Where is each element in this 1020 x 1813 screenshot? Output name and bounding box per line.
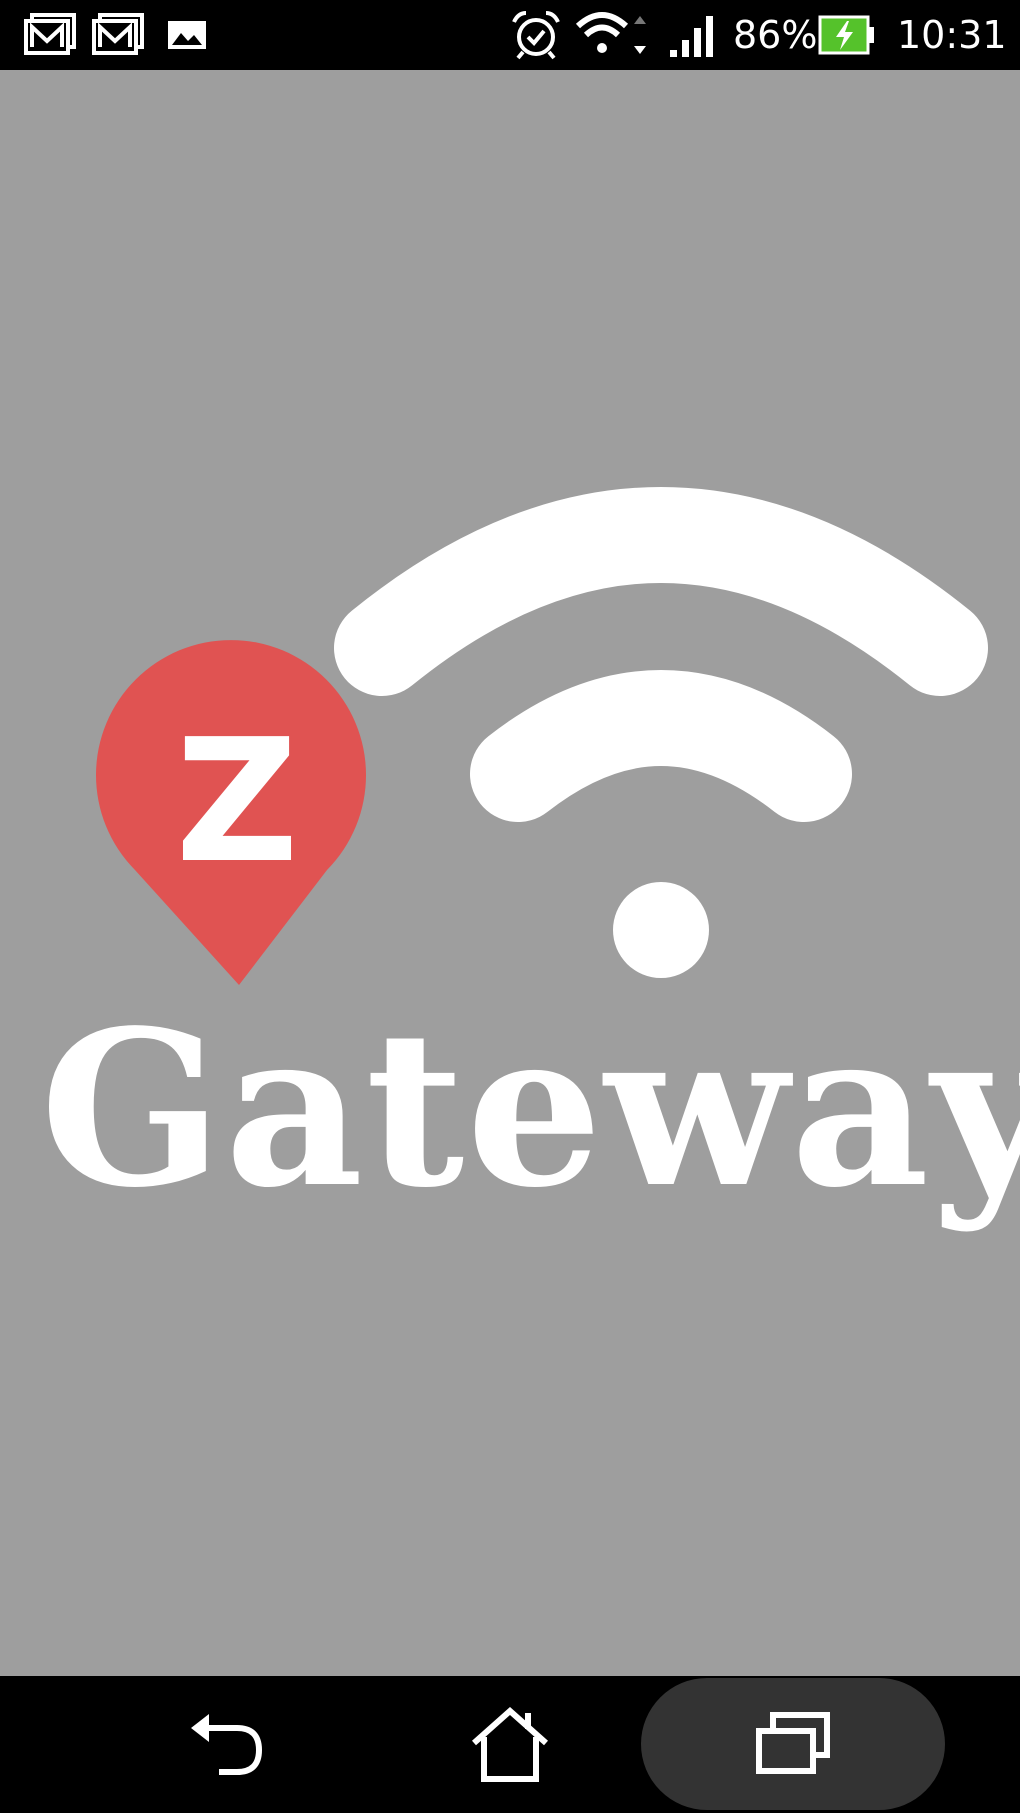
alarm-icon	[510, 0, 562, 70]
home-icon	[472, 1706, 548, 1782]
battery-charging-icon	[818, 0, 876, 70]
wifi-dot	[613, 882, 709, 978]
splash-screen: Z Gateway	[0, 70, 1020, 1676]
wifi-icon	[576, 0, 654, 70]
wifi-arc-inner	[470, 670, 852, 822]
pin-letter: Z	[175, 703, 298, 901]
status-bar: 86% 10:31	[0, 0, 1020, 70]
back-button[interactable]	[160, 1676, 290, 1813]
image-icon	[166, 0, 208, 70]
clock: 10:31	[897, 13, 1007, 57]
battery-percent: 86%	[733, 13, 818, 57]
back-icon	[191, 1713, 263, 1775]
gmail-icon	[24, 0, 76, 70]
brand-name: Gateway	[40, 984, 1020, 1235]
home-button[interactable]	[445, 1676, 575, 1813]
signal-icon	[668, 0, 718, 70]
navigation-bar	[0, 1676, 1020, 1813]
gmail-icon	[92, 0, 144, 70]
gateway-logo: Z	[0, 70, 1020, 1676]
recent-apps-icon	[756, 1712, 830, 1774]
recent-apps-button[interactable]	[641, 1678, 945, 1810]
